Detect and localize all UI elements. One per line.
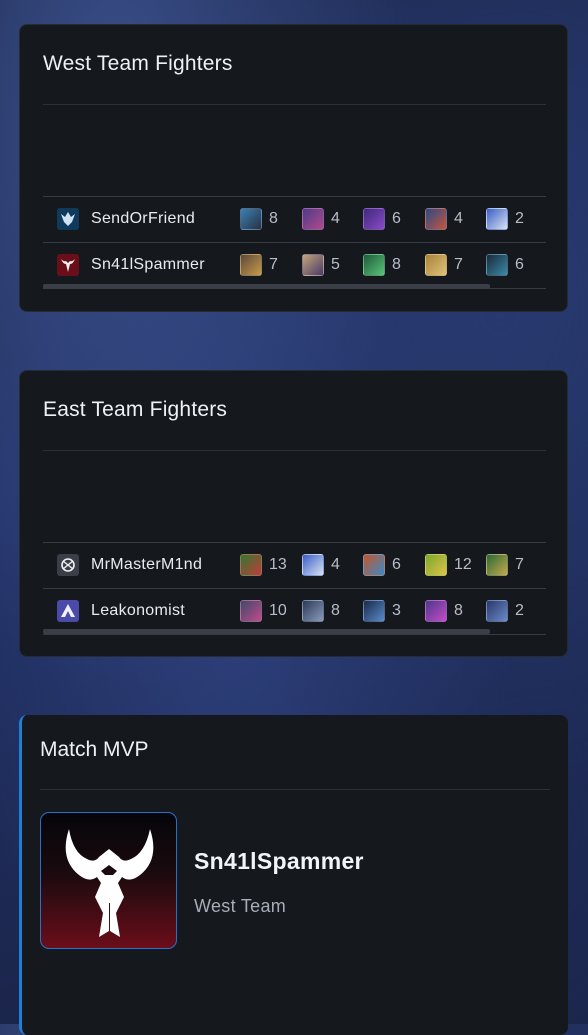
hero-stat[interactable]: 6 xyxy=(363,554,401,576)
divider xyxy=(40,789,550,790)
hero-portrait-icon xyxy=(302,208,324,230)
hero-portrait-icon xyxy=(425,254,447,276)
hero-stat[interactable]: 10 xyxy=(240,600,287,622)
table-row[interactable]: MrMasterM1nd 13 4 6 12 7 xyxy=(43,542,546,588)
hero-stat[interactable]: 4 xyxy=(425,208,463,230)
hero-portrait-icon xyxy=(302,600,324,622)
hero-portrait-icon xyxy=(486,554,508,576)
player-avatar xyxy=(57,600,79,622)
hero-portrait-icon xyxy=(240,554,262,576)
hero-stat[interactable]: 7 xyxy=(425,254,463,276)
mvp-title: Match MVP xyxy=(40,738,149,761)
hero-portrait-icon xyxy=(425,554,447,576)
hero-portrait-icon xyxy=(302,554,324,576)
mvp-player-name[interactable]: Sn41lSpammer xyxy=(194,848,364,875)
divider xyxy=(43,450,546,451)
west-team-title: West Team Fighters xyxy=(43,52,233,75)
hero-portrait-icon xyxy=(240,600,262,622)
hero-stat[interactable]: 7 xyxy=(240,254,278,276)
hero-stat[interactable]: 8 xyxy=(240,208,278,230)
hero-stat[interactable]: 6 xyxy=(486,254,524,276)
hero-portrait-icon xyxy=(425,600,447,622)
hero-portrait-icon xyxy=(240,208,262,230)
horizontal-scrollbar[interactable] xyxy=(43,284,490,289)
hero-stat[interactable]: 6 xyxy=(363,208,401,230)
hero-portrait-icon xyxy=(486,208,508,230)
table-row[interactable]: Leakonomist 10 8 3 8 2 xyxy=(43,588,546,635)
team-emblem-icon xyxy=(61,212,75,226)
hero-portrait-icon xyxy=(486,254,508,276)
team-emblem-icon xyxy=(61,259,75,272)
hero-stat[interactable]: 13 xyxy=(240,554,287,576)
hero-portrait-icon xyxy=(363,600,385,622)
east-team-title: East Team Fighters xyxy=(43,398,228,421)
west-team-card: West Team Fighters SendOrFriend 8 4 6 4 … xyxy=(19,24,568,312)
hero-portrait-icon xyxy=(363,254,385,276)
hero-portrait-icon xyxy=(363,208,385,230)
east-team-card: East Team Fighters MrMasterM1nd 13 4 6 1… xyxy=(19,370,568,657)
player-avatar xyxy=(57,208,79,230)
team-emblem-icon xyxy=(61,558,75,572)
horizontal-scrollbar[interactable] xyxy=(43,629,490,634)
divider xyxy=(43,104,546,105)
player-avatar xyxy=(57,254,79,276)
player-name[interactable]: Leakonomist xyxy=(91,602,185,620)
hero-portrait-icon xyxy=(302,254,324,276)
hero-stat[interactable]: 3 xyxy=(363,600,401,622)
match-mvp-card: Match MVP Sn41lSpammer West Team xyxy=(19,715,568,1035)
hero-stat[interactable]: 8 xyxy=(302,600,340,622)
table-row[interactable]: SendOrFriend 8 4 6 4 2 xyxy=(43,196,546,242)
player-avatar xyxy=(57,554,79,576)
mvp-team-name: West Team xyxy=(194,896,287,916)
hero-portrait-icon xyxy=(240,254,262,276)
player-name[interactable]: SendOrFriend xyxy=(91,210,195,228)
team-emblem-icon xyxy=(61,604,75,617)
table-row[interactable]: Sn41lSpammer 7 5 8 7 6 xyxy=(43,242,546,289)
hero-stat[interactable]: 8 xyxy=(363,254,401,276)
hero-portrait-icon xyxy=(425,208,447,230)
mvp-avatar[interactable] xyxy=(40,812,177,949)
player-name[interactable]: MrMasterM1nd xyxy=(91,556,202,574)
hero-stat[interactable]: 5 xyxy=(302,254,340,276)
hero-stat[interactable]: 4 xyxy=(302,554,340,576)
hero-stat[interactable]: 12 xyxy=(425,554,472,576)
player-name[interactable]: Sn41lSpammer xyxy=(91,256,205,274)
hero-stat[interactable]: 7 xyxy=(486,554,524,576)
hero-portrait-icon xyxy=(486,600,508,622)
hero-stat[interactable]: 4 xyxy=(302,208,340,230)
hero-stat[interactable]: 8 xyxy=(425,600,463,622)
hero-stat[interactable]: 2 xyxy=(486,600,524,622)
hero-stat[interactable]: 2 xyxy=(486,208,524,230)
hero-portrait-icon xyxy=(363,554,385,576)
team-emblem-icon xyxy=(65,829,154,937)
